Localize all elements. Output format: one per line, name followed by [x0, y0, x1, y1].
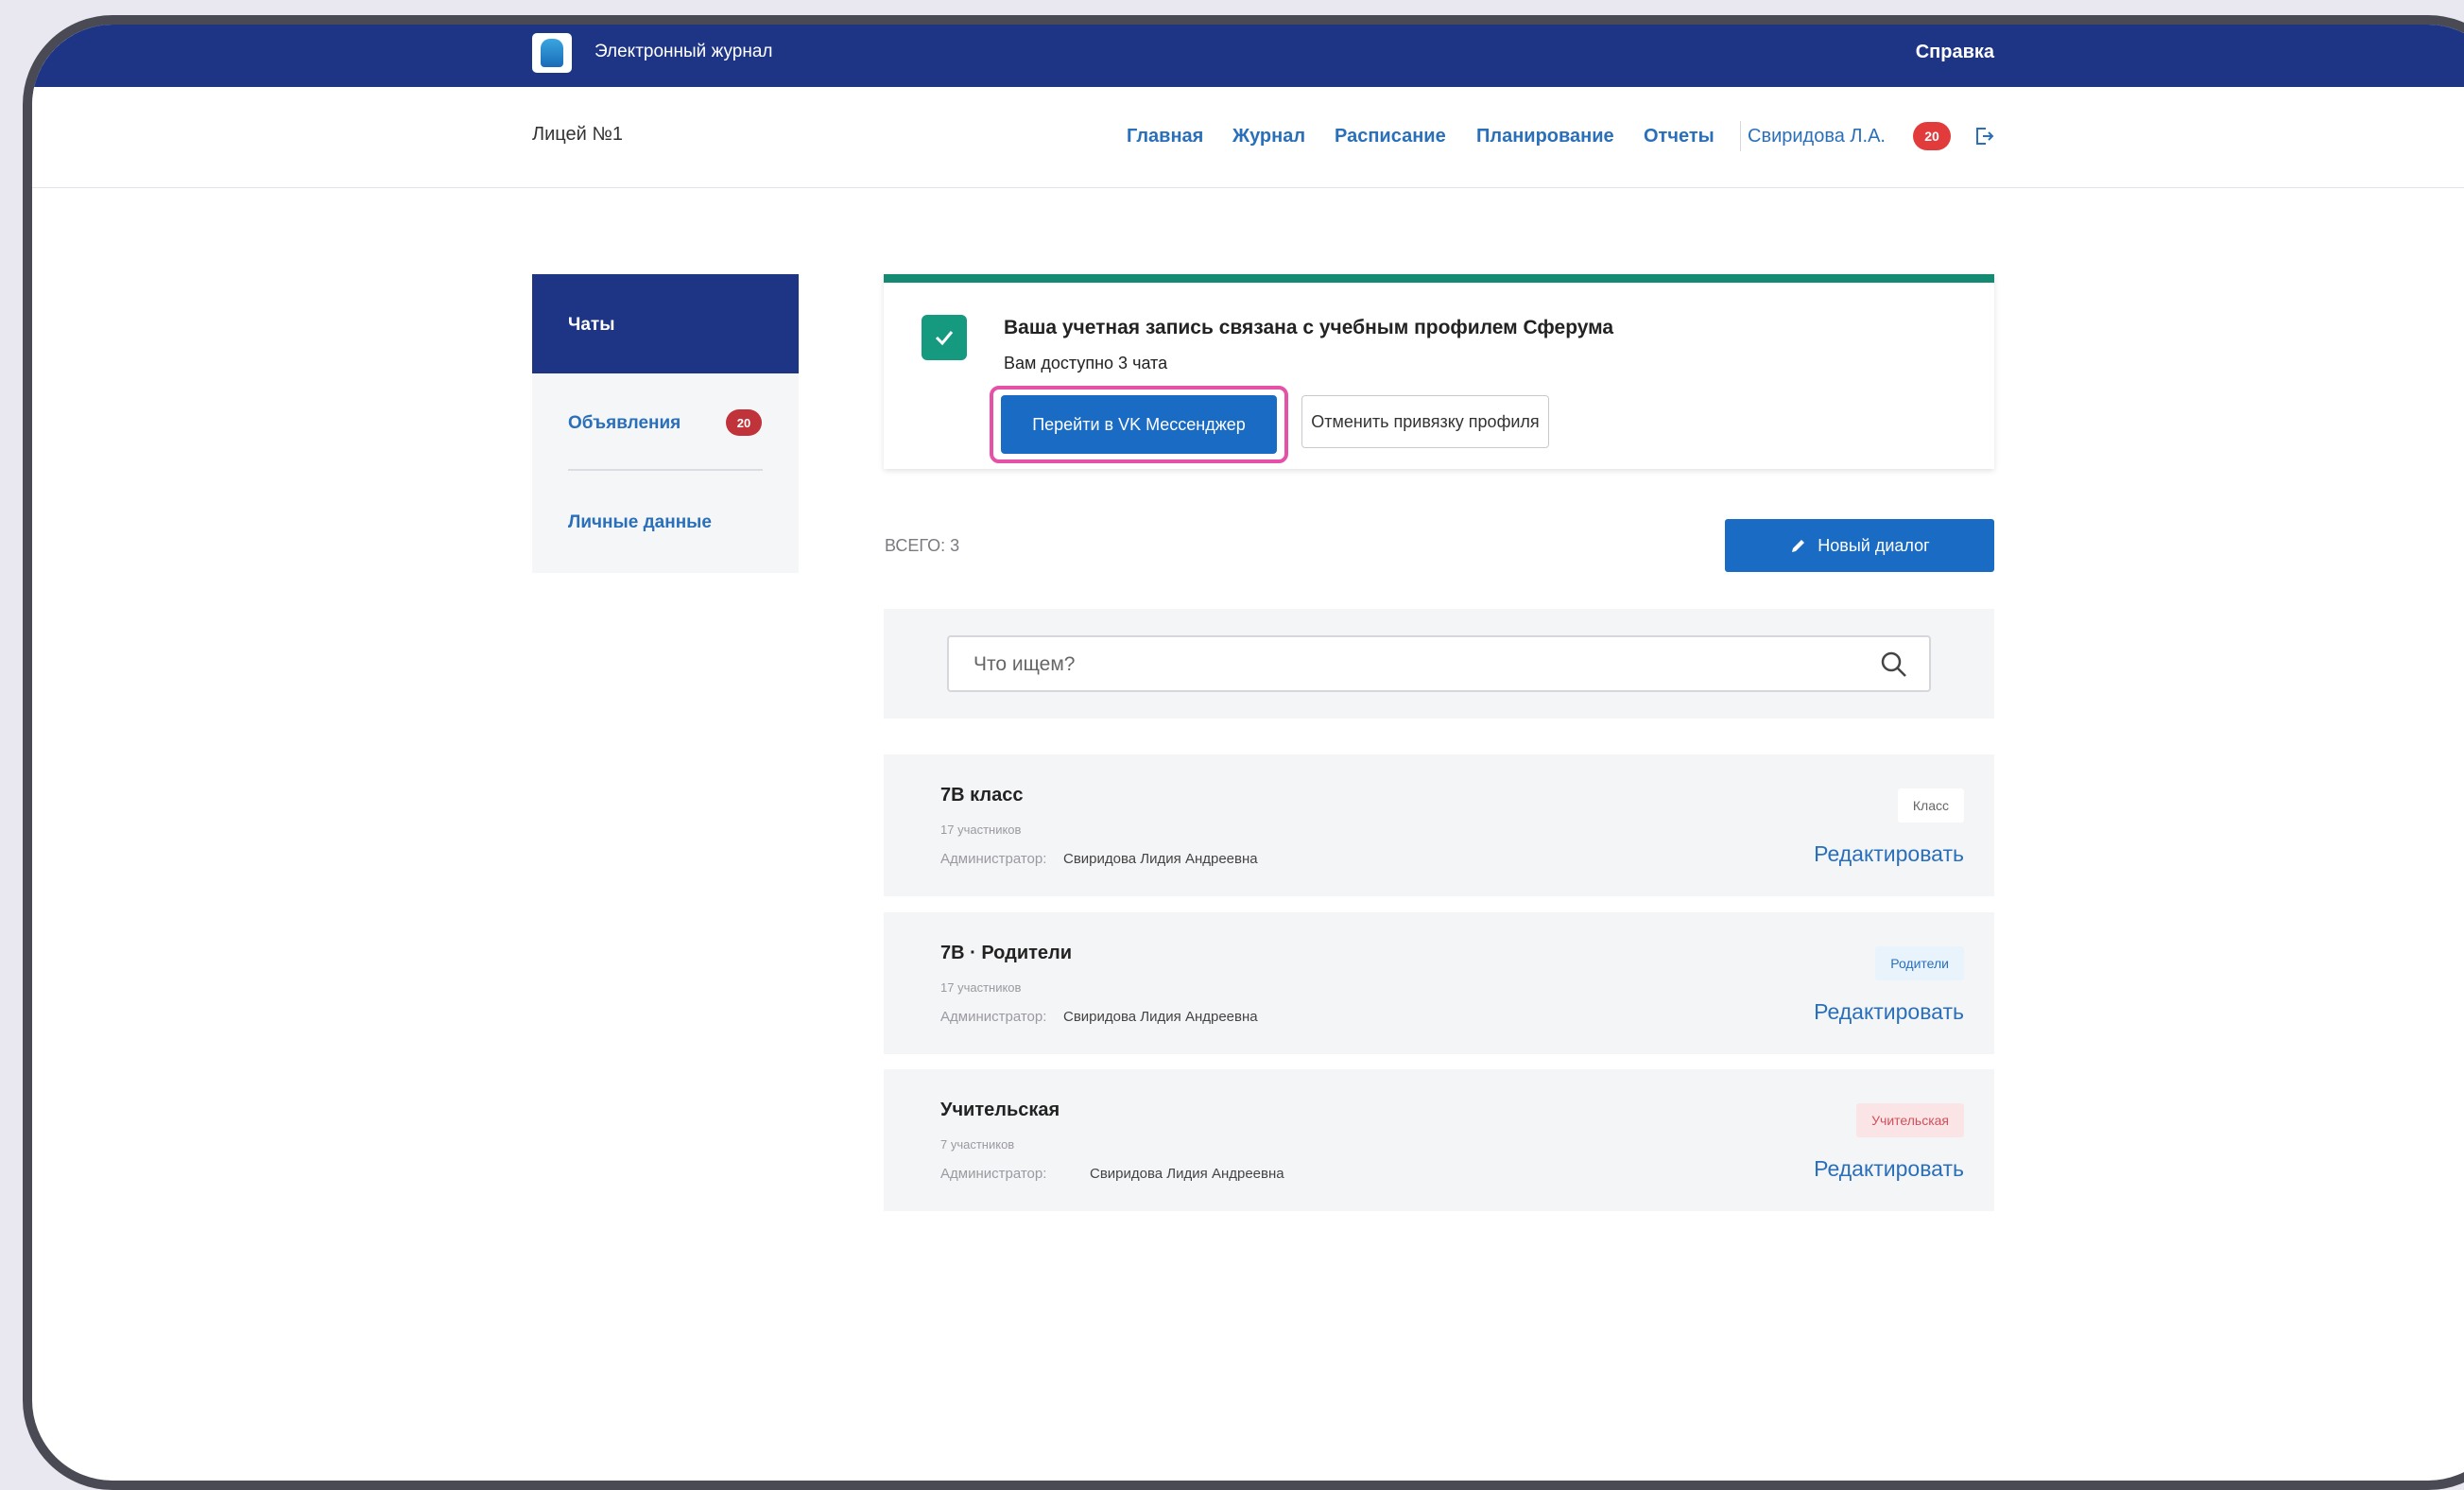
chat-members: 17 участников	[940, 980, 1022, 995]
nav-link-schedule[interactable]: Расписание	[1335, 126, 1446, 147]
total-count: ВСЕГО: 3	[885, 536, 960, 555]
nav-link-reports[interactable]: Отчеты	[1644, 126, 1714, 147]
logout-icon[interactable]	[1973, 126, 1994, 147]
sidebar-item-personal-data[interactable]: Личные данные	[568, 512, 712, 533]
chat-item[interactable]: 7В · Родители 17 участников Администрато…	[884, 912, 1994, 1054]
nav-link-home[interactable]: Главная	[1127, 126, 1203, 147]
device-frame: Электронный журнал Справка Лицей №1 Глав…	[23, 15, 2464, 1490]
chat-title: 7В · Родители	[940, 943, 1073, 963]
help-link[interactable]: Справка	[1916, 42, 1994, 63]
sidebar-divider	[568, 469, 763, 471]
school-name: Лицей №1	[532, 124, 623, 145]
chat-members: 17 участников	[940, 823, 1022, 837]
chat-admin-label: Администратор:	[940, 1166, 1047, 1182]
nav-link-planning[interactable]: Планирование	[1476, 126, 1614, 147]
sidebar-item-announcements[interactable]: Объявления	[568, 413, 681, 434]
app-logo-icon[interactable]	[532, 33, 572, 73]
edit-link[interactable]: Редактировать	[1814, 999, 1964, 1025]
sidebar-item-label: Чаты	[568, 315, 615, 335]
open-vk-messenger-button[interactable]: Перейти в VK Мессенджер	[1001, 395, 1277, 454]
chat-tag: Класс	[1897, 788, 1964, 823]
check-icon	[922, 315, 967, 360]
chat-item[interactable]: 7В класс 17 участников Администратор: Св…	[884, 754, 1994, 896]
nav-divider	[1740, 121, 1741, 151]
chat-admin-label: Администратор:	[940, 1009, 1047, 1025]
sidebar-item-chats[interactable]: Чаты	[532, 274, 799, 373]
chat-tag: Родители	[1875, 946, 1964, 980]
notification-badge[interactable]: 20	[1913, 122, 1951, 150]
new-dialog-button[interactable]: Новый диалог	[1725, 519, 1994, 572]
unlink-profile-button[interactable]: Отменить привязку профиля	[1301, 395, 1549, 448]
top-bar: Электронный журнал Справка	[32, 25, 2464, 87]
banner-subtitle: Вам доступно 3 чата	[1004, 354, 1168, 372]
pencil-icon	[1792, 540, 1805, 552]
sferum-link-banner: Ваша учетная запись связана с учебным пр…	[884, 274, 1994, 469]
nav-link-journal[interactable]: Журнал	[1232, 126, 1305, 147]
announcements-badge: 20	[726, 409, 762, 436]
search-icon[interactable]	[1880, 650, 1908, 679]
banner-title: Ваша учетная запись связана с учебным пр…	[1004, 317, 1614, 338]
search-input[interactable]	[972, 637, 1826, 692]
chat-item[interactable]: Учительская 7 участников Администратор: …	[884, 1069, 1994, 1211]
chat-tag: Учительская	[1856, 1103, 1964, 1137]
chat-admin: Свиридова Лидия Андреевна	[1090, 1166, 1284, 1182]
chat-admin: Свиридова Лидия Андреевна	[1063, 851, 1258, 867]
chat-admin-label: Администратор:	[940, 851, 1047, 867]
new-dialog-label: Новый диалог	[1818, 535, 1930, 555]
app-title[interactable]: Электронный журнал	[594, 42, 773, 62]
search-panel	[884, 609, 1994, 719]
chat-title: 7В класс	[940, 785, 1024, 806]
sidebar: Чаты Объявления 20 Личные данные	[532, 274, 799, 573]
chat-title: Учительская	[940, 1100, 1060, 1120]
edit-link[interactable]: Редактировать	[1814, 841, 1964, 867]
edit-link[interactable]: Редактировать	[1814, 1156, 1964, 1182]
chat-admin: Свиридова Лидия Андреевна	[1063, 1009, 1258, 1025]
user-name[interactable]: Свиридова Л.А.	[1748, 126, 1886, 147]
chat-members: 7 участников	[940, 1137, 1015, 1152]
search-box	[947, 635, 1931, 692]
